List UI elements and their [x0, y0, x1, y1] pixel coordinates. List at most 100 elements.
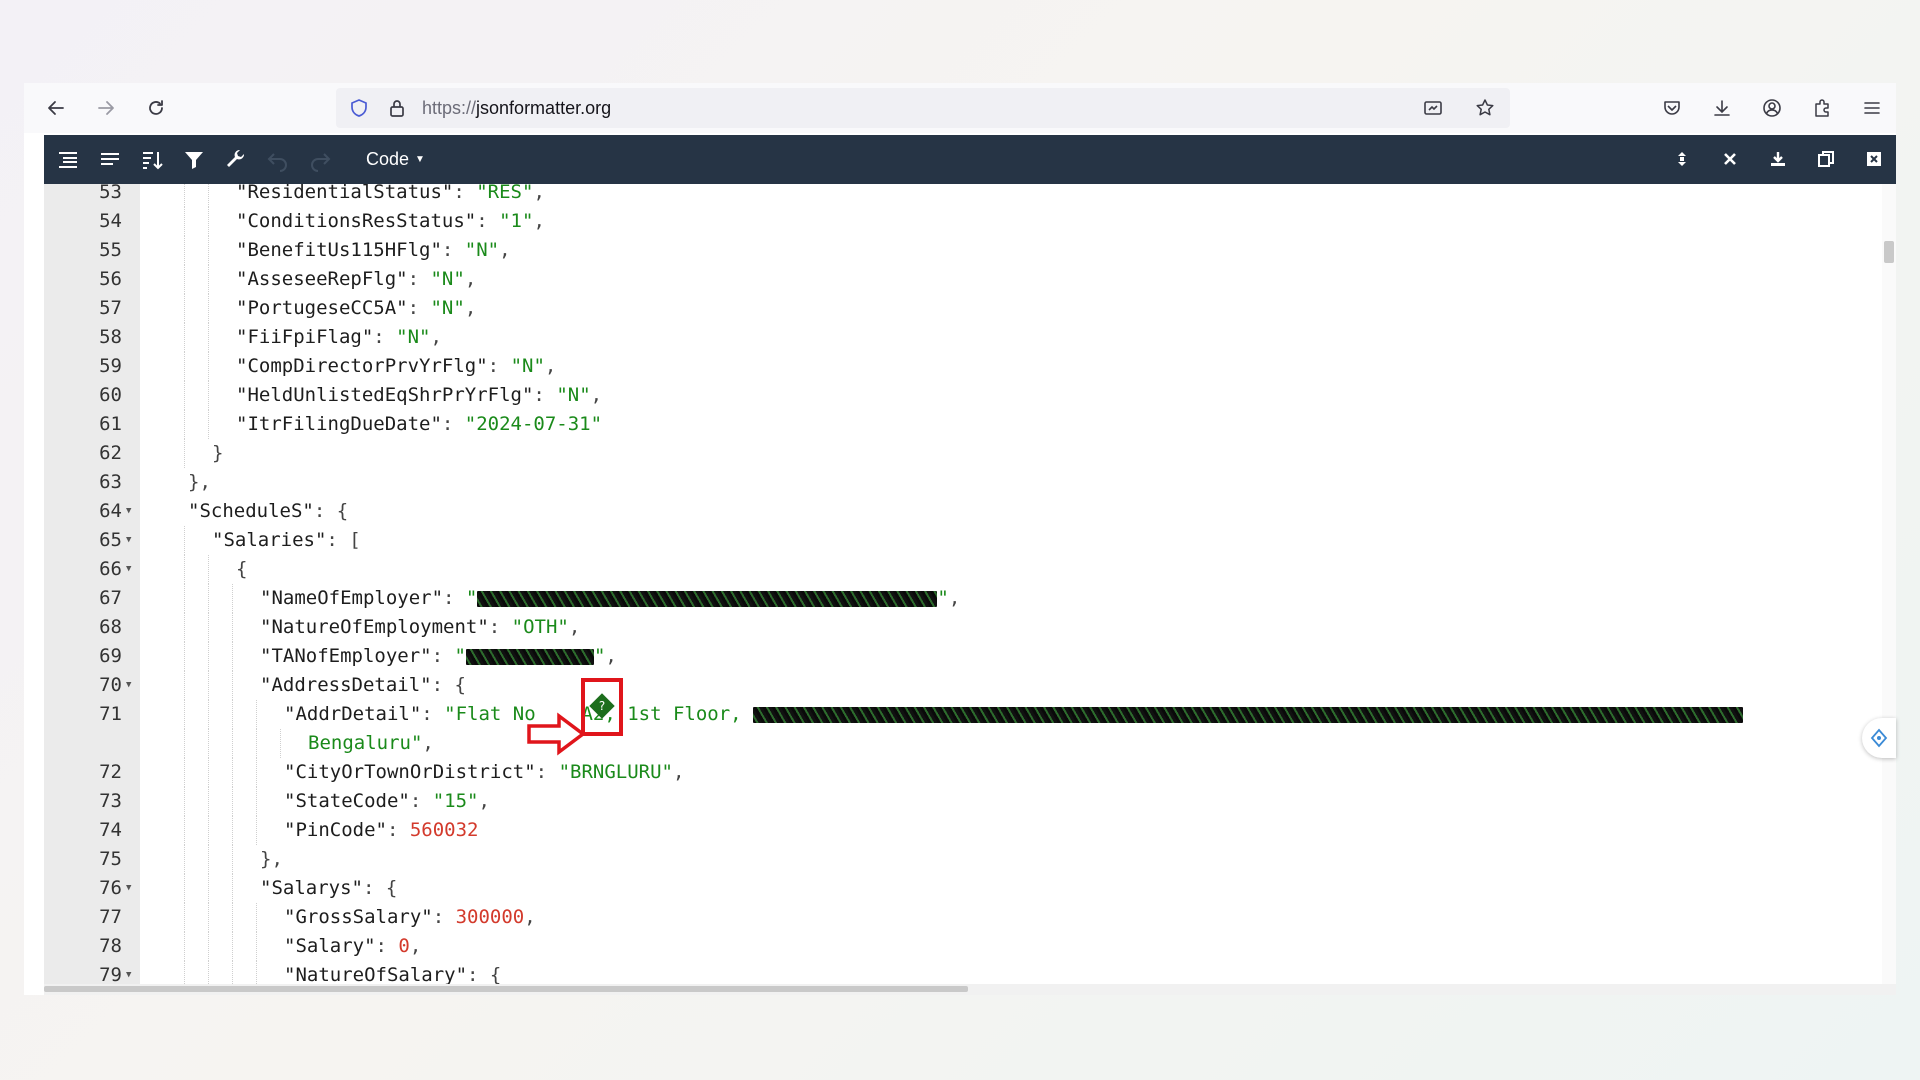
line-number: 64 — [99, 500, 122, 522]
code-editor[interactable]: 53 "ResidentialStatus": "RES", 54 "Conditio… — [44, 184, 1896, 984]
code-line: 62} — [44, 439, 1896, 468]
indent-guide — [208, 265, 209, 294]
clear-button[interactable] — [1712, 141, 1748, 177]
url-host: jsonformatter.org — [476, 97, 612, 118]
json-key: "ConditionsResStatus" — [236, 210, 477, 232]
json-key: "ScheduleS" — [188, 500, 314, 522]
repair-button[interactable] — [218, 142, 254, 178]
code-text: "StateCode": "15", — [284, 787, 490, 816]
lock-icon[interactable] — [382, 93, 412, 123]
line-number: 55 — [99, 239, 122, 261]
indent-guide — [184, 381, 185, 410]
extensions-button[interactable] — [1804, 90, 1840, 126]
fold-toggle-icon[interactable]: ▼ — [126, 961, 131, 984]
json-key: "PinCode" — [284, 819, 387, 841]
json-punctuation: : — [476, 210, 500, 232]
line-number: 69 — [99, 645, 122, 667]
undo-button[interactable] — [260, 142, 296, 178]
json-punctuation: , — [524, 906, 536, 928]
json-string: "BRNGLURU" — [558, 761, 673, 783]
forward-button[interactable] — [88, 90, 124, 126]
indent-guide — [208, 903, 209, 932]
horizontal-scrollbar[interactable] — [44, 984, 1896, 995]
json-string: "N" — [464, 239, 500, 261]
indent-guide — [184, 961, 185, 984]
json-punctuation: : — [487, 355, 511, 377]
line-number: 70 — [99, 674, 122, 696]
format-button[interactable] — [50, 142, 86, 178]
download-json-button[interactable] — [1760, 141, 1796, 177]
pocket-button[interactable] — [1654, 90, 1690, 126]
fold-toggle-icon[interactable]: ▼ — [126, 555, 131, 584]
indent-guide — [232, 874, 233, 903]
json-punctuation: : — [407, 268, 431, 290]
json-number: 300000 — [455, 906, 525, 928]
json-punctuation: : { — [431, 674, 466, 696]
url-scheme: https:// — [422, 97, 477, 118]
indent-guide — [208, 700, 209, 729]
vertical-scrollbar[interactable] — [1882, 184, 1896, 984]
json-key: "HeldUnlistedEqShrPrYrFlg" — [236, 384, 534, 406]
indent-guide — [184, 184, 185, 207]
code-line: 53 "ResidentialStatus": "RES", — [44, 184, 1896, 207]
indent-guide — [208, 207, 209, 236]
indent-guide — [256, 787, 257, 816]
picture-in-picture-icon[interactable] — [1418, 93, 1448, 123]
filter-button[interactable] — [176, 142, 212, 178]
horizontal-scroll-thumb[interactable] — [44, 986, 968, 992]
fold-toggle-icon[interactable]: ▼ — [126, 526, 131, 555]
json-string: "N" — [510, 355, 545, 377]
code-text: "HeldUnlistedEqShrPrYrFlg": "N", — [236, 381, 602, 410]
redo-button[interactable] — [302, 142, 338, 178]
vertical-scroll-thumb[interactable] — [1884, 241, 1894, 263]
indent-guide — [184, 903, 185, 932]
fold-toggle-icon[interactable]: ▼ — [126, 497, 131, 526]
json-string: "N" — [396, 326, 431, 348]
json-punctuation: , — [422, 732, 434, 754]
fullscreen-button[interactable] — [1856, 141, 1892, 177]
copy-icon — [1818, 151, 1834, 167]
reload-button[interactable] — [138, 90, 174, 126]
code-line: 76 ▼ "Salarys": { — [44, 874, 1896, 903]
back-button[interactable] — [38, 90, 74, 126]
puzzle-icon — [1815, 99, 1829, 117]
indent-guide — [208, 787, 209, 816]
mode-dropdown[interactable]: Code ▼ — [366, 149, 425, 170]
json-punctuation: }, — [188, 471, 211, 493]
code-text: "NameOfEmployer": " ", — [260, 584, 960, 613]
json-key: "Salaries" — [212, 529, 327, 551]
code-text: "BenefitUs115HFlg": "N", — [236, 236, 511, 265]
tracking-shield-icon[interactable] — [344, 93, 374, 123]
fold-toggle-icon[interactable]: ▼ — [126, 671, 131, 700]
url-text[interactable]: https://jsonformatter.org — [422, 98, 611, 119]
code-text: "ScheduleS": { — [188, 497, 348, 526]
indent-guide — [232, 613, 233, 642]
indent-guide — [184, 932, 185, 961]
sort-button[interactable] — [134, 142, 170, 178]
code-line: 63}, — [44, 468, 1896, 497]
accessibility-widget[interactable] — [1862, 718, 1896, 758]
json-punctuation: , — [672, 761, 685, 783]
line-number: 62 — [99, 442, 122, 464]
expand-button[interactable] — [1664, 141, 1700, 177]
code-line: 68 "NatureOfEmployment": "OTH", — [44, 613, 1896, 642]
url-bar[interactable]: https://jsonformatter.org — [336, 88, 1510, 128]
indent-guide — [280, 729, 281, 758]
bookmark-star-icon[interactable] — [1470, 93, 1500, 123]
line-number: 68 — [99, 616, 122, 638]
json-punctuation: : — [409, 790, 433, 812]
indent-guide — [232, 787, 233, 816]
indent-guide — [232, 903, 233, 932]
indent-guide — [256, 700, 257, 729]
json-punctuation: , — [409, 935, 422, 957]
compact-button[interactable] — [92, 142, 128, 178]
json-punctuation: , — [948, 587, 961, 609]
indent-guide — [208, 584, 209, 613]
downloads-button[interactable] — [1704, 90, 1740, 126]
fold-toggle-icon[interactable]: ▼ — [126, 874, 131, 903]
json-key: "ResidentialStatus" — [236, 184, 454, 203]
copy-button[interactable] — [1808, 141, 1844, 177]
app-menu-button[interactable] — [1854, 90, 1890, 126]
account-button[interactable] — [1754, 90, 1790, 126]
code-text: "NatureOfSalary": { — [284, 961, 501, 984]
